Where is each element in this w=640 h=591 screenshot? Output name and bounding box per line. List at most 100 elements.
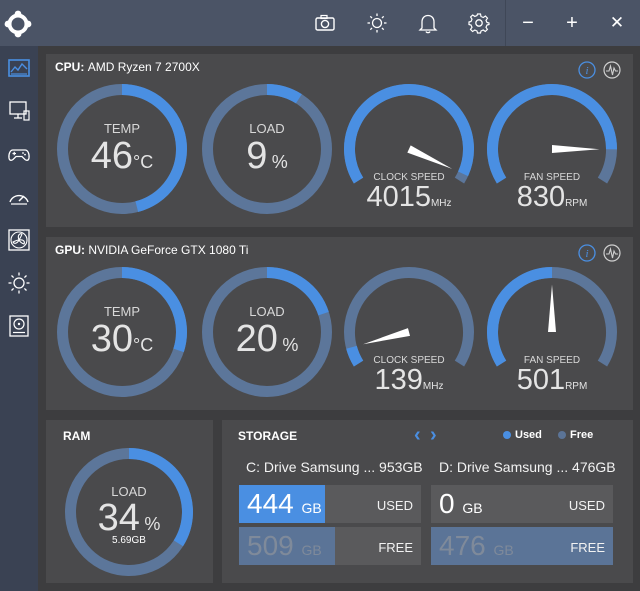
- gpu-load-label: LOAD: [249, 304, 285, 319]
- cpu-fan-unit: RPM: [565, 198, 588, 209]
- cpu-fan-gauge: FAN SPEED 830RPM: [486, 83, 618, 215]
- gpu-load-gauge: LOAD 20 %: [201, 266, 333, 398]
- drive-d-free-bar: 476 GB FREE: [431, 527, 613, 565]
- gpu-load-readout: 20 %: [201, 320, 333, 358]
- cpu-load-readout: 9 %: [201, 137, 333, 175]
- cpu-clock-value: 4015: [366, 181, 431, 213]
- ram-load-gauge: LOAD 34 % 5.69GB: [64, 447, 194, 577]
- legend-used: Used: [503, 429, 542, 441]
- cpu-name: AMD Ryzen 7 2700X: [87, 60, 200, 74]
- drive-d-used-readout: 0 GB: [439, 487, 483, 523]
- app-logo-icon: [4, 10, 32, 38]
- gauge-needle: [407, 145, 453, 169]
- legend-free-swatch: [558, 431, 566, 440]
- drive-d-used-unit: GB: [462, 500, 483, 516]
- cpu-fan-value: 830: [516, 181, 566, 213]
- drive-c-used-unit: GB: [301, 500, 322, 516]
- drive-c-used-tag: USED: [376, 498, 413, 513]
- legend-free: Free: [558, 429, 593, 441]
- ram-title: RAM: [63, 429, 91, 443]
- gpu-temp-unit: °C: [133, 335, 154, 355]
- cpu-load-label: LOAD: [249, 121, 285, 136]
- brightness-icon[interactable]: [366, 12, 388, 34]
- drive-d-name: D: Drive Samsung ... 476GB: [439, 459, 616, 475]
- gpu-clock-value: 139: [374, 364, 423, 396]
- drive-c-used-value: 444: [247, 488, 294, 519]
- gpu-temp-label: TEMP: [103, 304, 141, 319]
- cpu-load-gauge: LOAD 9 %: [201, 83, 333, 215]
- cpu-temp-value: 46: [90, 135, 134, 177]
- graph-icon[interactable]: [603, 61, 621, 79]
- minimize-button[interactable]: −: [515, 10, 541, 36]
- cpu-load-unit: %: [271, 152, 288, 172]
- legend-used-label: Used: [515, 429, 542, 441]
- gpu-fan-unit: RPM: [565, 381, 588, 392]
- nav-gaming[interactable]: [0, 134, 38, 174]
- nav-performance[interactable]: [0, 177, 38, 217]
- cpu-title: CPU: AMD Ryzen 7 2700X: [55, 60, 200, 74]
- gpu-temp-value: 30: [90, 318, 134, 360]
- info-icon[interactable]: i: [578, 61, 596, 79]
- info-icon[interactable]: i: [578, 244, 596, 262]
- nav-cooling[interactable]: [0, 220, 38, 260]
- gpu-title: GPU: NVIDIA GeForce GTX 1080 Ti: [55, 243, 248, 257]
- drive-c-free-readout: 509 GB: [247, 529, 322, 565]
- camera-icon[interactable]: [314, 12, 336, 34]
- gauge-needle: [363, 328, 411, 345]
- svg-text:i: i: [585, 65, 588, 77]
- cpu-temp-readout: 46°C: [56, 137, 188, 175]
- maximize-button[interactable]: +: [559, 10, 585, 36]
- storage-title: STORAGE: [238, 429, 298, 443]
- gauge-fill: [487, 84, 617, 184]
- drive-c-free-bar: 509 GB FREE: [239, 527, 421, 565]
- nav-storage[interactable]: [0, 306, 38, 346]
- ram-used-amount: 5.69GB: [112, 535, 146, 546]
- gear-icon[interactable]: [468, 12, 490, 34]
- bell-icon[interactable]: [417, 12, 439, 34]
- gauge-needle: [551, 145, 600, 153]
- gamepad-icon: [8, 149, 30, 161]
- sidebar: [0, 46, 38, 591]
- drive-c-free-value: 509: [247, 530, 294, 561]
- cpu-clock-readout: 4015MHz: [343, 183, 475, 212]
- ram-load-readout: 34 %: [64, 499, 194, 537]
- cpu-temp-gauge: TEMP 46°C: [56, 83, 188, 215]
- ram-load-value: 34: [97, 497, 140, 539]
- nav-monitor[interactable]: [0, 91, 38, 131]
- gpu-load-unit: %: [282, 335, 299, 355]
- gpu-fan-readout: 501RPM: [486, 366, 618, 395]
- drive-c-used-bar: 444 GB USED: [239, 485, 421, 523]
- storage-prev-button[interactable]: ‹: [414, 424, 421, 447]
- gpu-fan-value: 501: [516, 364, 566, 396]
- drive-d-free-value: 476: [439, 530, 486, 561]
- gpu-clock-readout: 139MHz: [343, 366, 475, 395]
- fan-icon: [8, 229, 30, 251]
- gauge-fill: [344, 84, 474, 184]
- titlebar-divider: [505, 0, 506, 46]
- nav-dashboard[interactable]: [0, 48, 38, 88]
- legend-used-swatch: [503, 431, 511, 440]
- ram-load-unit: %: [144, 514, 161, 534]
- gpu-temp-gauge: TEMP 30°C: [56, 266, 188, 398]
- dashboard-icon: [8, 59, 30, 77]
- drive-d-free-unit: GB: [493, 542, 514, 558]
- close-button[interactable]: ✕: [604, 10, 630, 36]
- drive-d-used-value: 0: [439, 488, 455, 519]
- cpu-load-value: 9: [246, 135, 268, 177]
- cpu-label: CPU:: [55, 60, 85, 74]
- cpu-clock-unit: MHz: [430, 198, 452, 209]
- drive-d-used-bar: 0 GB USED: [431, 485, 613, 523]
- gauge-track: [344, 267, 474, 367]
- gpu-temp-readout: 30°C: [56, 320, 188, 358]
- storage-next-button[interactable]: ›: [430, 424, 437, 447]
- gpu-clock-gauge: CLOCK SPEED 139MHz: [343, 266, 475, 398]
- gauge-fill: [487, 267, 553, 367]
- monitor-icon: [9, 101, 30, 121]
- storage-icon: [9, 315, 29, 337]
- gpu-load-value: 20: [235, 318, 278, 360]
- title-bar: − + ✕: [0, 0, 640, 46]
- cpu-temp-unit: °C: [133, 152, 154, 172]
- graph-icon[interactable]: [603, 244, 621, 262]
- nav-lighting[interactable]: [0, 263, 38, 303]
- drive-c-free-unit: GB: [301, 542, 322, 558]
